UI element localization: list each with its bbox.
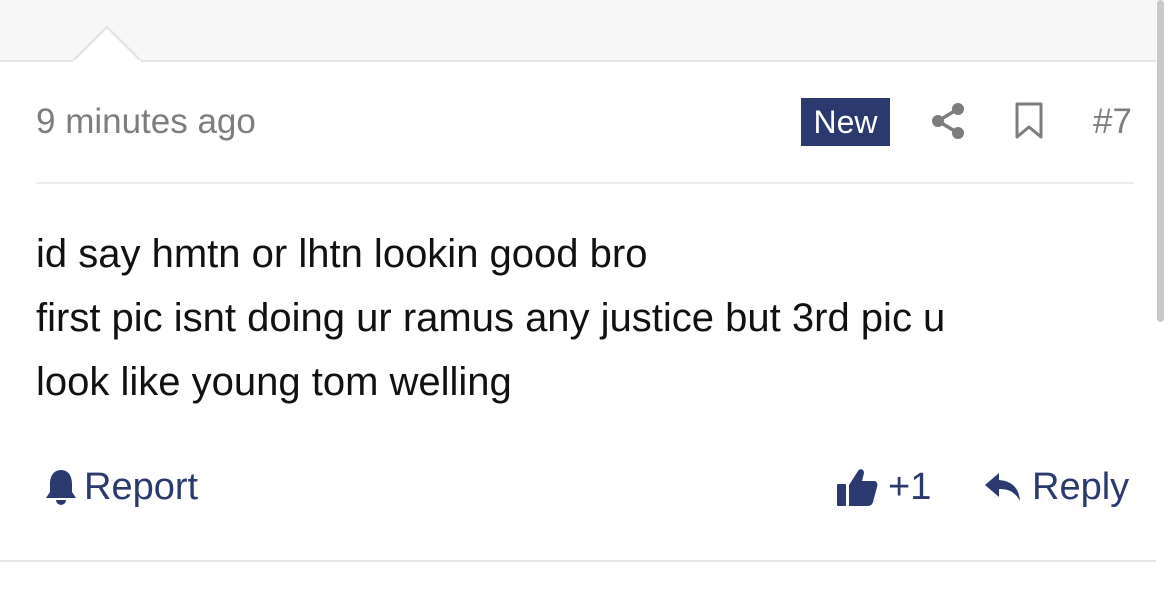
previous-post-strip <box>0 0 1156 62</box>
reply-button[interactable]: Reply <box>984 462 1129 512</box>
post-body-line: look like young tom welling <box>36 360 512 404</box>
post-body: id say hmtn or lhtn lookin good bro firs… <box>36 222 1126 414</box>
thread-page: 9 minutes ago New #7 id say hmtn or lhtn… <box>0 0 1170 590</box>
post-number-link[interactable]: #7 <box>1093 100 1132 144</box>
post-timestamp: 9 minutes ago <box>36 102 256 141</box>
report-label: Report <box>84 465 199 508</box>
like-button[interactable]: +1 <box>836 462 931 512</box>
reply-arrow-icon <box>985 473 1020 501</box>
header-divider <box>36 182 1134 184</box>
bookmark-icon[interactable] <box>1014 102 1044 140</box>
reply-label: Reply <box>1032 465 1130 508</box>
thumbs-up-icon <box>837 469 878 506</box>
report-button[interactable]: Report <box>44 462 198 512</box>
scrollbar[interactable] <box>1157 0 1164 322</box>
share-icon[interactable] <box>930 102 966 140</box>
pointer-notch <box>72 26 142 62</box>
post-body-line: id say hmtn or lhtn lookin good bro <box>36 232 648 276</box>
post-body-line: first pic isnt doing ur ramus any justic… <box>36 296 946 340</box>
new-badge: New <box>801 98 890 146</box>
post-card: 9 minutes ago New #7 id say hmtn or lhtn… <box>0 62 1156 562</box>
bell-icon <box>46 470 76 505</box>
like-count: +1 <box>888 465 932 508</box>
